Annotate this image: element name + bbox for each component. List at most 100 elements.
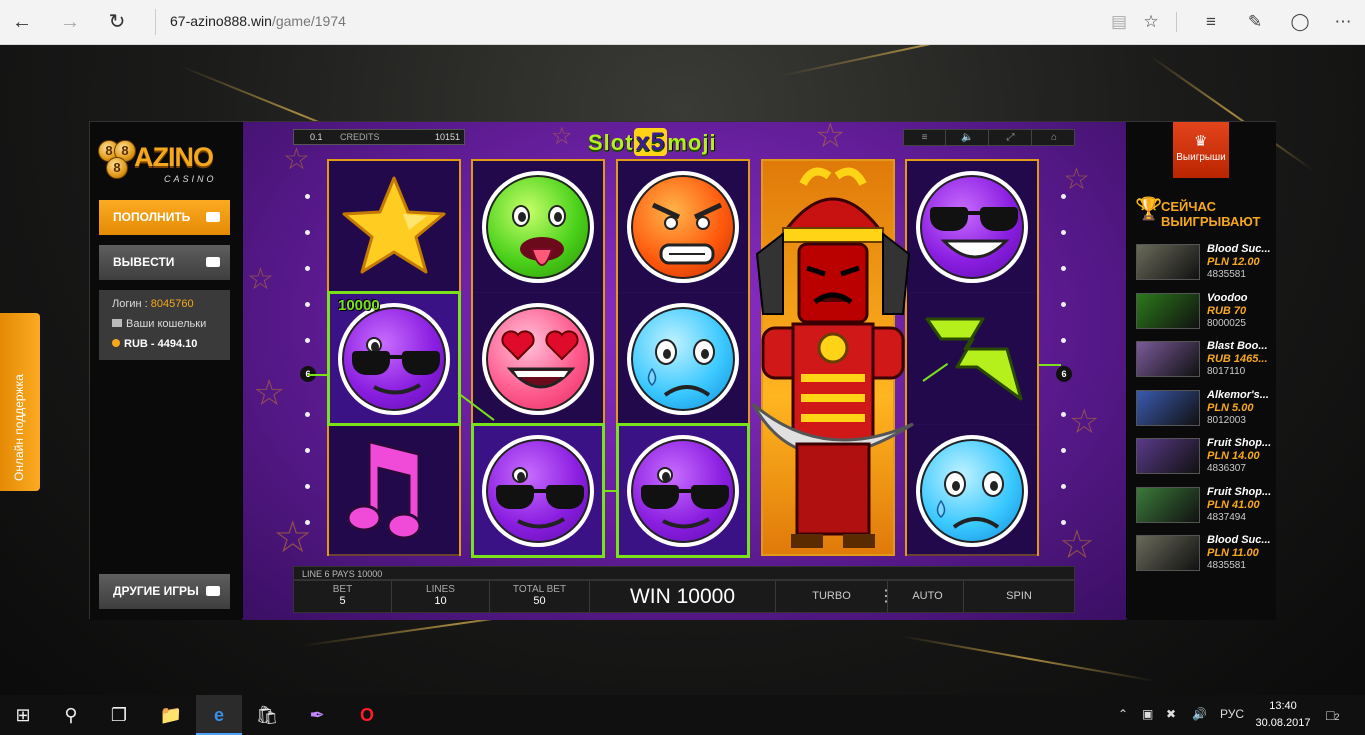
more-options-icon[interactable]: ⋮ [878,581,894,612]
toolbar-separator [1176,12,1177,32]
withdraw-button[interactable]: ВЫВЕСТИ [99,245,230,280]
winner-item[interactable]: Blood Suc... PLN 12.00 4835581 [1136,243,1274,284]
reading-view-icon[interactable]: ▤ [1107,10,1131,34]
forward-icon[interactable]: → [56,8,84,36]
winner-item[interactable]: Blood Suc... PLN 11.00 4835581 [1136,534,1274,575]
search-icon[interactable]: ⚲ [48,695,94,735]
sound-icon[interactable]: 🔈 [947,130,989,145]
win-display: WIN 10000 [590,581,776,612]
language-indicator[interactable]: РУС [1220,707,1244,721]
game-thumbnail[interactable] [1136,389,1200,426]
feather-app-icon[interactable]: ✒ [294,695,340,735]
top-controls: ≡ 🔈 ⤢ ⌂ [903,129,1075,146]
winner-item[interactable]: Fruit Shop... PLN 14.00 4836307 [1136,437,1274,478]
payline [603,490,617,492]
heart-eyes-emoji-icon [482,302,594,415]
winner-id: 8012003 [1207,414,1246,426]
refresh-icon[interactable]: ↻ [103,8,131,36]
game-controls-bar: BET 5 LINES 10 TOTAL BET 50 WIN 10000 TU… [293,580,1075,613]
winner-amount: PLN 5.00 [1207,401,1254,414]
deposit-button[interactable]: ПОПОЛНИТЬ [99,200,230,235]
deposit-label: ПОПОЛНИТЬ [113,210,191,224]
background-star-icon: ☆ [815,122,846,155]
payline [1039,364,1061,366]
hub-icon[interactable]: ≡ [1199,10,1223,34]
reel-cell [329,425,459,556]
winners-tab[interactable]: ♛ Выигрыши [1173,122,1229,178]
winning-cell-frame [616,423,750,558]
azino-logo: 8 8 8 AZINO CASINO [98,138,230,190]
home-icon[interactable]: ⌂ [1033,130,1075,145]
lightning-symbol-icon [925,317,1023,400]
winner-game-name: Blast Boo... [1207,340,1268,352]
lines-control[interactable]: LINES 10 [392,581,490,612]
tray-chevron-icon[interactable]: ⌃ [1118,707,1128,721]
sad-emoji-icon [627,302,739,415]
notification-count: 2 [1334,712,1340,722]
reel-1: 10000 [327,159,461,556]
bet-control[interactable]: BET 5 [294,581,392,612]
task-view-icon[interactable]: ❐ [96,695,142,735]
reel-cell [907,293,1037,424]
page-background: 8 8 8 AZINO CASINO ПОПОЛНИТЬ ВЫВЕСТИ Лог… [0,45,1365,695]
wallets-link[interactable]: Ваши кошельки [112,316,230,336]
opera-browser-icon[interactable]: O [344,695,390,735]
other-games-label: ДРУГИЕ ИГРЫ [113,584,199,598]
online-support-tab[interactable]: Онлайн поддержка [0,313,40,491]
winner-item[interactable]: Blast Boo... RUB 1465... 8017110 [1136,340,1274,381]
bet-label: BET [332,584,353,595]
game-thumbnail[interactable] [1136,486,1200,523]
winner-game-name: Alkemor's... [1207,388,1269,401]
lines-value: 10 [434,595,447,607]
winner-amount: RUB 70 [1207,304,1247,317]
game-thumbnail[interactable] [1136,341,1200,377]
online-support-label: Онлайн поддержка [12,374,26,481]
web-note-icon[interactable]: ✎ [1243,10,1267,34]
start-windows-icon[interactable]: ⊞ [0,695,46,735]
background-star-icon: ☆ [283,143,310,176]
winner-item[interactable]: Voodoo RUB 70 8000025 [1136,292,1274,333]
spin-button[interactable]: SPIN [964,581,1074,612]
game-thumbnail[interactable] [1136,292,1200,329]
address-bar[interactable]: 67-azino888.win/game/1974 [170,13,346,29]
browser-toolbar: ← → ↻ 67-azino888.win/game/1974 ▤ ☆ ≡ ✎ … [0,0,1365,45]
other-games-button[interactable]: ДРУГИЕ ИГРЫ [99,574,230,609]
balance-value: RUB - 4494.10 [124,338,198,350]
game-thumbnail[interactable] [1136,535,1200,571]
fullscreen-icon[interactable]: ⤢ [990,130,1032,145]
edge-browser-icon[interactable]: e [196,695,242,735]
store-icon[interactable]: 🛍 [244,695,290,735]
slot-game: ☆ ☆ ☆ ☆ ☆ ☆ ☆ ☆ ☆ 0.1 CREDITS 10151 Slot… [243,122,1126,620]
network-icon[interactable]: ▣ [1142,707,1153,721]
wallet-icon [206,257,220,267]
notifications-icon[interactable]: □2 [1326,707,1339,723]
auto-button[interactable]: AUTO [892,581,964,612]
menu-icon[interactable]: ≡ [904,130,946,145]
currency-dot-icon [112,339,120,347]
now-winning-header: 🏆 СЕЙЧАС ВЫИГРЫВАЮТ [1135,196,1275,232]
back-icon[interactable]: ← [8,8,36,36]
file-explorer-icon[interactable]: 📁 [148,695,194,735]
account-box: Логин : 8045760 Ваши кошельки RUB - 4494… [99,290,230,360]
sick-emoji-icon [482,170,594,283]
title-right: moji [667,130,717,155]
favorite-star-icon[interactable]: ☆ [1139,10,1163,34]
more-icon[interactable]: ⋯ [1331,10,1355,34]
winner-item[interactable]: Alkemor's... PLN 5.00 8012003 [1136,388,1274,430]
address-separator [155,9,156,35]
game-thumbnail[interactable] [1136,244,1200,280]
game-thumbnail[interactable] [1136,438,1200,474]
winner-item[interactable]: Fruit Shop... PLN 41.00 4837494 [1136,486,1274,527]
total-bet-value: 50 [533,595,546,607]
turbo-button[interactable]: TURBO [776,581,888,612]
share-icon[interactable]: ◯ [1288,10,1312,34]
wifi-off-icon[interactable]: ✖ [1166,707,1176,721]
reel-5 [905,159,1039,556]
slot-title: Slotx5moji [588,128,717,157]
volume-icon[interactable]: 🔊 [1192,707,1207,721]
clock[interactable]: 13:40 30.08.2017 [1253,698,1313,732]
crack-decoration [899,635,1157,683]
clock-time: 13:40 [1269,700,1297,712]
line-pays-info: LINE 6 PAYS 10000 [293,566,1075,580]
wallets-label: Ваши кошельки [126,318,207,330]
